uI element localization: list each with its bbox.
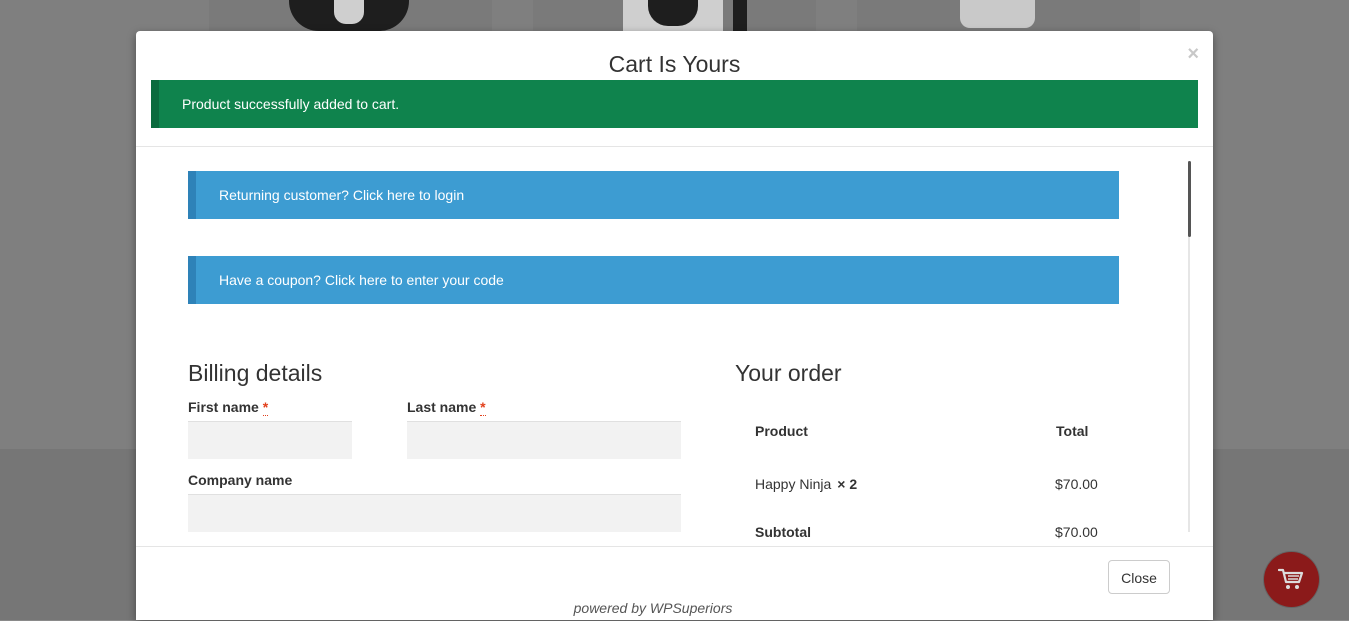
- modal-header: Cart Is Yours × Product successfully add…: [136, 31, 1213, 147]
- order-total-column-header: Total: [1056, 423, 1089, 439]
- last-name-field[interactable]: [407, 421, 681, 459]
- scrollbar-thumb[interactable]: [1188, 161, 1191, 237]
- cart-modal: Cart Is Yours × Product successfully add…: [136, 31, 1213, 620]
- modal-title: Cart Is Yours: [608, 51, 741, 77]
- product-thumbnail[interactable]: [209, 0, 492, 31]
- modal-scrollbar[interactable]: [1188, 161, 1191, 532]
- last-name-label-text: Last name: [407, 399, 477, 415]
- success-alert: Product successfully added to cart.: [151, 80, 1198, 128]
- billing-details-heading: Billing details: [188, 360, 323, 386]
- last-name-label: Last name *: [407, 398, 486, 416]
- company-name-field[interactable]: [188, 494, 681, 532]
- first-name-field[interactable]: [188, 421, 352, 459]
- required-marker: *: [480, 399, 486, 416]
- your-order-heading: Your order: [735, 360, 842, 386]
- modal-body: Returning customer? Click here to login …: [136, 147, 1213, 546]
- close-icon[interactable]: ×: [1187, 44, 1199, 64]
- subtotal-label: Subtotal: [755, 524, 811, 540]
- order-item-total: $70.00: [1055, 476, 1098, 492]
- floating-cart-button[interactable]: [1264, 552, 1319, 607]
- order-product-column-header: Product: [755, 423, 808, 439]
- close-button[interactable]: Close: [1108, 560, 1170, 594]
- required-marker: *: [262, 399, 269, 416]
- coupon-notice[interactable]: Have a coupon? Click here to enter your …: [188, 256, 1119, 304]
- first-name-label-text: First name: [188, 399, 259, 415]
- modal-footer: Close powered by WPSuperiors: [136, 546, 1213, 621]
- powered-by-text: powered by WPSuperiors: [573, 600, 733, 616]
- company-name-label: Company name: [188, 472, 293, 488]
- subtotal-value: $70.00: [1055, 524, 1098, 540]
- order-item-quantity: × 2: [837, 476, 858, 492]
- product-thumbnail[interactable]: [533, 0, 816, 31]
- first-name-label: First name *: [188, 398, 269, 416]
- order-item-name: Happy Ninja × 2: [755, 476, 857, 492]
- order-item-name-text: Happy Ninja: [755, 476, 832, 492]
- product-thumbnail[interactable]: [857, 0, 1140, 31]
- returning-customer-login-notice[interactable]: Returning customer? Click here to login: [188, 171, 1119, 219]
- cart-icon: [1278, 568, 1304, 589]
